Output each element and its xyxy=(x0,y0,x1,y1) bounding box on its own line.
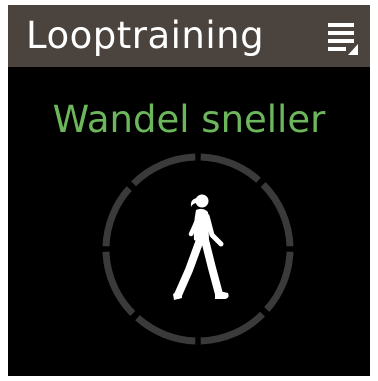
menu-icon xyxy=(328,23,358,55)
app-header: Looptraining xyxy=(8,5,370,67)
instruction-text: Wandel sneller xyxy=(52,98,326,141)
walking-person-icon xyxy=(173,194,229,300)
app-title: Looptraining xyxy=(26,14,265,57)
menu-button[interactable] xyxy=(324,17,364,57)
watch-screen: Looptraining Wandel sneller xyxy=(8,5,370,376)
